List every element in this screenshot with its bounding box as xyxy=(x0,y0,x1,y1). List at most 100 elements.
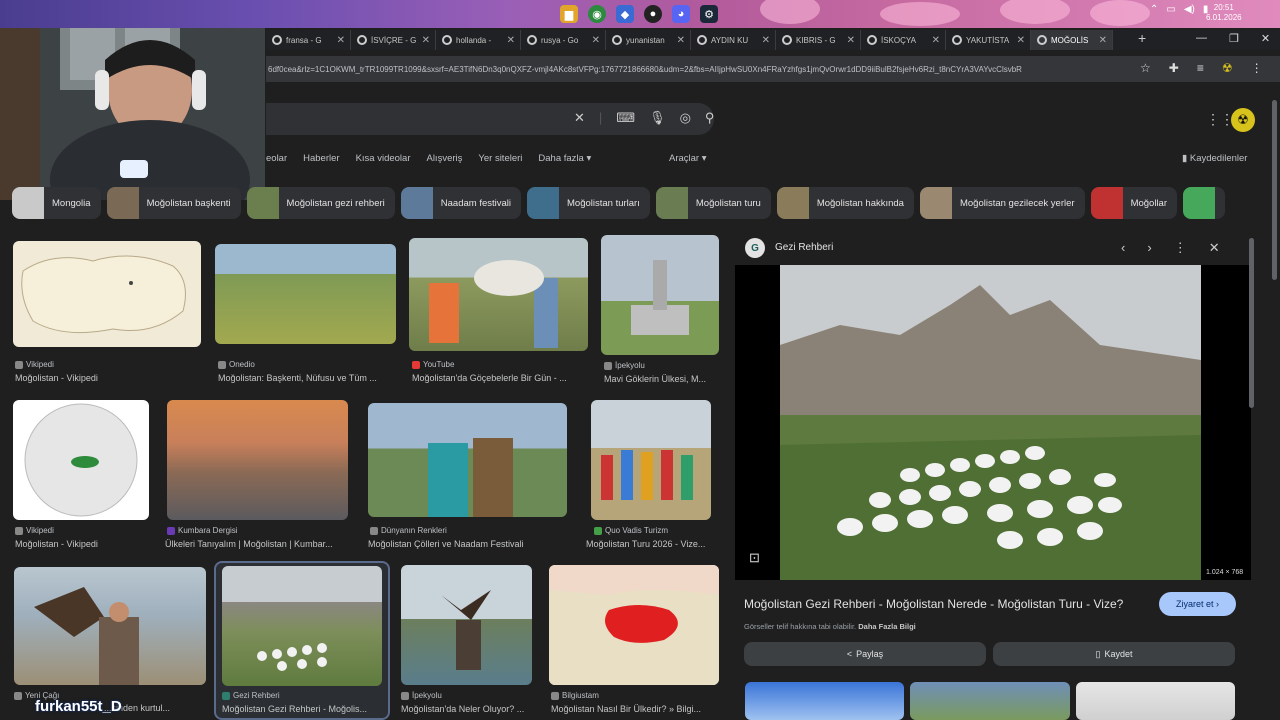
result-title[interactable]: Moğolistan Turu 2026 - Vize... xyxy=(586,539,714,549)
saved-button[interactable]: ▮ Kaydedilenler xyxy=(1182,153,1247,164)
chrome-icon[interactable]: ◉ xyxy=(588,5,606,23)
apps-grid-icon[interactable]: ⋮⋮ xyxy=(1206,111,1234,128)
mic-icon[interactable]: 🎙 xyxy=(649,110,666,126)
result-title[interactable]: Moğolistan Nasıl Bir Ülkedir? » Bilgi... xyxy=(551,704,719,714)
close-icon[interactable]: ✕ xyxy=(422,35,430,46)
chevron-up-icon[interactable]: ⌃ xyxy=(1150,4,1158,15)
chip[interactable]: Moğolistan hakkında xyxy=(776,187,914,219)
learn-more-link[interactable]: Daha Fazla Bilgi xyxy=(858,622,916,631)
close-icon[interactable]: ✕ xyxy=(337,35,345,46)
result-title[interactable]: Moğolistan Gezi Rehberi - Moğolis... xyxy=(222,704,382,714)
result-title[interactable]: Ülkeleri Tanıyalım | Moğolistan | Kumbar… xyxy=(165,539,350,549)
scrollbar-thumb[interactable] xyxy=(1272,100,1277,280)
related-image[interactable] xyxy=(1075,682,1235,720)
close-icon[interactable]: ✕ xyxy=(507,35,515,46)
site-logo[interactable]: G xyxy=(745,238,765,258)
tools-button[interactable]: Araçlar ▾ xyxy=(669,153,707,164)
close-icon[interactable]: ✕ xyxy=(932,35,940,46)
volume-icon[interactable]: ◀) xyxy=(1184,4,1195,15)
tab-8[interactable]: YAKUTİSTA ✕ xyxy=(946,30,1031,50)
tab-2[interactable]: hollanda - ✕ xyxy=(436,30,521,50)
filter-short-videos[interactable]: Kısa videolar xyxy=(356,153,411,164)
filter-news[interactable]: Haberler xyxy=(303,153,339,164)
steam-icon[interactable]: ⚙ xyxy=(700,5,718,23)
tab-4[interactable]: yunanistan ✕ xyxy=(606,30,691,50)
clear-icon[interactable]: ✕ xyxy=(574,110,585,126)
preview-scrollbar-thumb[interactable] xyxy=(1249,238,1254,408)
result-title[interactable]: Moğolistan Çölleri ve Naadam Festivali xyxy=(368,539,568,549)
keyboard-icon[interactable]: ⌨ xyxy=(616,110,635,126)
preview-site-name[interactable]: Gezi Rehberi xyxy=(775,242,833,253)
menu-icon[interactable]: ⋮ xyxy=(1251,61,1263,75)
new-tab-button[interactable]: + xyxy=(1138,30,1146,46)
chip[interactable]: Moğolistan gezi rehberi xyxy=(246,187,395,219)
address-bar[interactable]: 6df0cea&rlz=1C1OKWM_trTR1099TR1099&sxsrf… xyxy=(266,56,1280,82)
lens-search-icon[interactable]: ⊡ xyxy=(749,550,760,566)
tab-label: yunanistan xyxy=(626,35,665,45)
filter-more[interactable]: Daha fazla ▾ xyxy=(538,153,591,164)
profile-icon[interactable]: ☢ xyxy=(1222,61,1233,75)
tab-active[interactable]: MOĞOLİS ✕ xyxy=(1031,30,1113,50)
search-icon[interactable]: ⚲ xyxy=(705,110,715,126)
result-image xyxy=(409,238,588,351)
chevron-left-icon[interactable]: ‹ xyxy=(1121,240,1125,256)
close-window-icon[interactable]: ✕ xyxy=(1261,32,1270,45)
media-icon[interactable]: ≡ xyxy=(1197,61,1204,75)
system-clock[interactable]: 20:51 6.01.2026 xyxy=(1206,3,1242,23)
result-image xyxy=(368,403,567,517)
discord-icon[interactable]: ◕ xyxy=(672,5,690,23)
result-title[interactable]: Moğolistan - Vikipedi xyxy=(15,539,155,549)
clock-time: 20:51 xyxy=(1213,3,1234,12)
tab-5[interactable]: AYDIN KU ✕ xyxy=(691,30,776,50)
chip-label: Moğolistan başkenti xyxy=(146,197,231,209)
network-icon[interactable]: ▭ xyxy=(1166,4,1175,15)
chip[interactable]: Moğollar xyxy=(1090,187,1177,219)
tab-7[interactable]: İSKOÇYA ✕ xyxy=(861,30,946,50)
app-icon[interactable]: ◆ xyxy=(616,5,634,23)
filter-places[interactable]: Yer siteleri xyxy=(478,153,522,164)
tab-0[interactable]: fransa - G ✕ xyxy=(266,30,351,50)
restore-icon[interactable]: ❐ xyxy=(1229,32,1239,45)
save-button[interactable]: ▯ Kaydet xyxy=(993,642,1235,666)
close-icon[interactable]: ✕ xyxy=(1209,240,1220,256)
result-title[interactable]: Moğolistan - Vikipedi xyxy=(15,373,205,383)
preview-image[interactable] xyxy=(780,265,1280,580)
result-title[interactable]: Mavi Göklerin Ülkesi, M... xyxy=(604,374,716,384)
close-icon[interactable]: ✕ xyxy=(847,35,855,46)
obs-icon[interactable]: ● xyxy=(644,5,662,23)
preview-title[interactable]: Moğolistan Gezi Rehberi - Moğolistan Ner… xyxy=(744,597,1154,611)
chip[interactable]: Moğolistan turu xyxy=(655,187,771,219)
tab-1[interactable]: İSVİÇRE - G ✕ xyxy=(351,30,436,50)
result-title[interactable]: Moğolistan'da Göçebelerle Bir Gün - ... xyxy=(412,373,587,383)
chip[interactable]: Moğolistan turları xyxy=(527,187,650,219)
chip[interactable]: Moğolistan gezilecek yerler xyxy=(919,187,1085,219)
result-title[interactable]: Moğolistan: Başkenti, Nüfusu ve Tüm ... xyxy=(218,373,398,383)
more-vert-icon[interactable]: ⋮ xyxy=(1174,240,1187,256)
tab-6[interactable]: KIBRIS - G ✕ xyxy=(776,30,861,50)
result-title[interactable]: Moğolistan'da Neler Oluyor? ... xyxy=(401,704,536,714)
tab-3[interactable]: rusya - Go ✕ xyxy=(521,30,606,50)
minimize-icon[interactable]: — xyxy=(1196,32,1207,45)
camera-search-icon[interactable]: ◎ xyxy=(680,110,691,126)
chevron-right-icon[interactable]: › xyxy=(1147,240,1151,256)
image-result-selected[interactable]: Gezi Rehberi Moğolistan Gezi Rehberi - M… xyxy=(214,561,390,720)
close-icon[interactable]: ✕ xyxy=(592,35,600,46)
avatar[interactable]: ☢ xyxy=(1231,108,1255,132)
related-image[interactable] xyxy=(745,682,905,720)
share-button[interactable]: < Paylaş xyxy=(744,642,986,666)
close-icon[interactable]: ✕ xyxy=(1099,35,1107,46)
filter-videos[interactable]: eolar xyxy=(266,153,287,164)
chip[interactable]: Naadam festivali xyxy=(400,187,521,219)
chip[interactable] xyxy=(1183,187,1225,219)
filter-shopping[interactable]: Alışveriş xyxy=(426,153,462,164)
chip[interactable]: Moğolistan başkenti xyxy=(106,187,241,219)
close-icon[interactable]: ✕ xyxy=(677,35,685,46)
visit-button[interactable]: Ziyaret et › xyxy=(1159,592,1236,616)
extensions-icon[interactable]: ✚ xyxy=(1169,61,1179,75)
bookmark-star-icon[interactable]: ☆ xyxy=(1140,61,1151,75)
folder-icon[interactable]: ▆ xyxy=(560,5,578,23)
related-image[interactable] xyxy=(910,682,1070,720)
close-icon[interactable]: ✕ xyxy=(1017,35,1025,46)
close-icon[interactable]: ✕ xyxy=(762,35,770,46)
chip[interactable]: Mongolia xyxy=(12,187,101,219)
